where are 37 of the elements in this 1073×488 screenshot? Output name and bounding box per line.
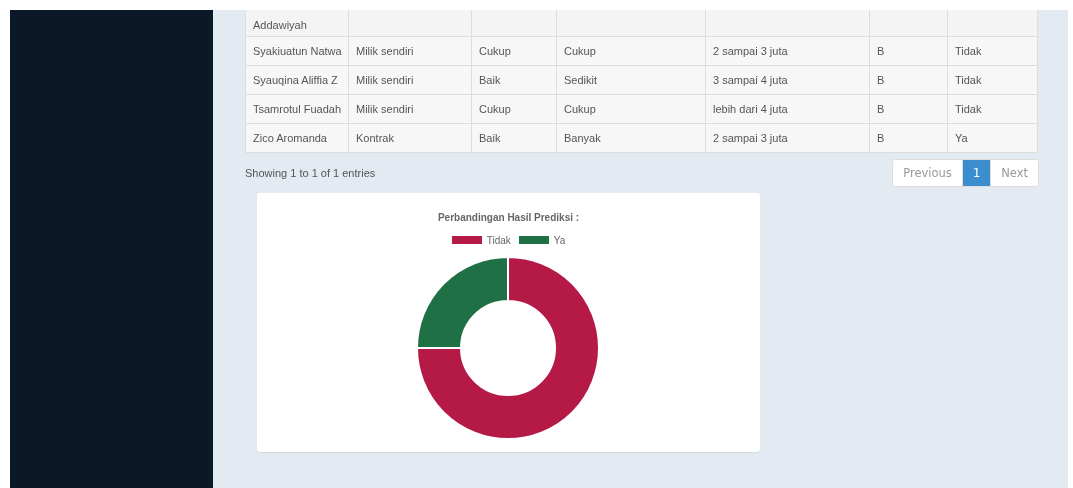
table-cell: B [869, 65, 948, 94]
table-cell: Cukup [556, 94, 706, 123]
table-cell: B [869, 94, 948, 123]
page-button[interactable]: Previous [893, 159, 963, 186]
table-cell: 3 sampai 4 juta [705, 65, 870, 94]
table-cell: Tidak [947, 94, 1038, 123]
page-button[interactable]: 1 [962, 159, 992, 186]
table-cell: Syakiuatun Natwa [245, 36, 349, 65]
chart-title: Perbandingan Hasil Prediksi : [436, 210, 581, 223]
legend-swatch [518, 236, 549, 244]
table-cell: Zico Aromanda [245, 123, 349, 152]
table-cell: Kontrak [348, 123, 472, 152]
table-cell: Ya [947, 123, 1038, 152]
table-cell: Cukup [471, 94, 557, 123]
entries-info: Showing 1 to 1 of 1 entries [245, 166, 376, 179]
table-cell: Syauqina Aliffia Z [245, 65, 349, 94]
table-cell: 2 sampai 3 juta [705, 36, 870, 65]
table-cell: Tsamrotul Fuadah [245, 94, 349, 123]
table-cell: 2 sampai 3 juta [705, 123, 870, 152]
table-cell: Milik sendiri [348, 94, 472, 123]
table-cell: B [869, 36, 948, 65]
table-cell: Tidak [947, 36, 1038, 65]
table-cell: Cukup [556, 36, 706, 65]
table-cell: Milik sendiri [348, 65, 472, 94]
legend-label: Tidak [486, 234, 511, 246]
legend-label: Ya [553, 234, 566, 246]
table-cell: Milik sendiri [348, 36, 472, 65]
table-cell: Baik [471, 65, 557, 94]
table-cell: Addawiyah [245, 10, 349, 36]
table-cell: Sedikit [556, 65, 706, 94]
table-cell: Cukup [471, 36, 557, 65]
table-cell: lebih dari 4 juta [705, 94, 870, 123]
table-cell: Tidak [947, 65, 1038, 94]
table-cell: B [869, 123, 948, 152]
legend-swatch [451, 236, 482, 244]
table-cell: Banyak [556, 123, 706, 152]
table-cell: Baik [471, 123, 557, 152]
